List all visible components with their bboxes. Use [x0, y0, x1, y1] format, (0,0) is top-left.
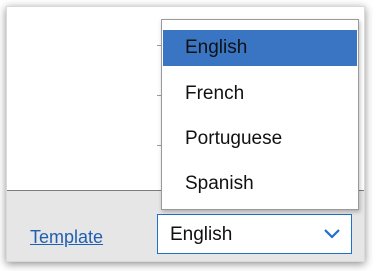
language-select-value: English	[170, 224, 233, 245]
template-link[interactable]: Template	[30, 227, 103, 248]
dropdown-option-english[interactable]: English	[163, 30, 357, 66]
dialog-frame: Template English English French Portugue…	[6, 6, 365, 262]
language-select[interactable]: English	[157, 214, 352, 254]
dropdown-option-spanish[interactable]: Spanish	[163, 166, 357, 202]
dropdown-option-french[interactable]: French	[163, 76, 357, 112]
language-dropdown-list: English French Portuguese Spanish	[161, 19, 359, 210]
dropdown-option-portuguese[interactable]: Portuguese	[163, 121, 357, 157]
chevron-down-icon	[324, 229, 340, 239]
